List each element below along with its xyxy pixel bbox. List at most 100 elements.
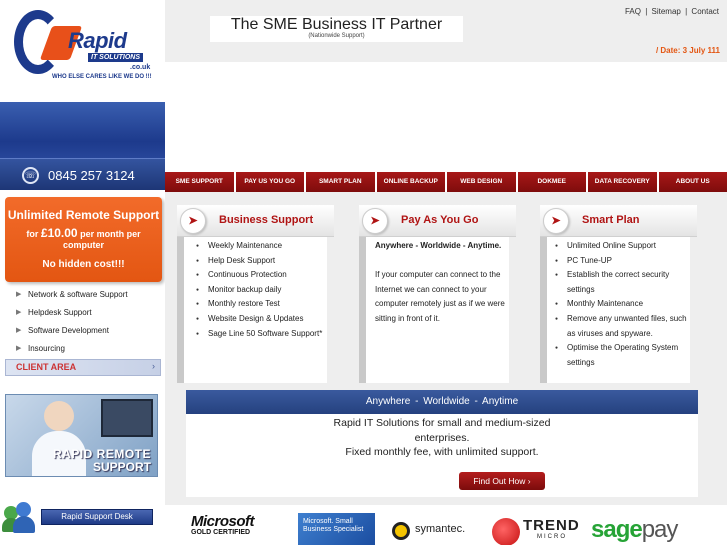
remote-support-banner[interactable]: RAPID REMOTE SUPPORT — [5, 394, 158, 477]
card-header[interactable]: ➤ Business Support — [177, 205, 334, 237]
nav-pay-as-you-go[interactable]: PAY US YOU GO — [235, 172, 304, 192]
partner-logos: Microsoft GOLD CERTIFIED Microsoft. Smal… — [165, 505, 727, 545]
nav-dokmee[interactable]: DOKMEE — [517, 172, 586, 192]
arrow-right-icon: ➤ — [543, 208, 569, 234]
side-menu-item-network[interactable]: ▶ Network & software Support — [8, 286, 158, 304]
sagepay-logo[interactable]: sagepay — [591, 516, 679, 544]
arrow-right-icon: ➤ — [362, 208, 388, 234]
remote-banner-line2: SUPPORT — [92, 460, 151, 474]
find-out-how-button[interactable]: Find Out How › — [459, 472, 545, 490]
slogan-line1: Rapid IT Solutions for small and medium-… — [333, 417, 551, 429]
phone-number: 0845 257 3124 — [48, 168, 135, 183]
slogan-line3: Fixed monthly fee, with unlimited suppor… — [345, 446, 539, 458]
support-agent-icon — [44, 401, 74, 431]
unlimited-support-promo[interactable]: Unlimited Remote Support for £10.00 per … — [5, 197, 162, 282]
side-menu-label: Software Development — [28, 326, 109, 335]
smart-plan-card: ➤ Smart Plan Unlimited Online Support PC… — [540, 205, 697, 383]
list-item: Unlimited Online Support — [555, 239, 697, 254]
left-column: Rapid IT SOLUTIONS .co.uk WHO ELSE CARES… — [0, 0, 165, 545]
card-lead: Anywhere - Worldwide - Anytime. — [375, 241, 502, 250]
side-menu-item-insourcing[interactable]: ▶ Insourcing — [8, 340, 158, 358]
list-item: Website Design & Updates — [196, 312, 322, 327]
card-body: Anywhere - Worldwide - Anytime. If your … — [375, 239, 513, 327]
separator: | — [645, 7, 648, 16]
monitor-icon — [101, 399, 153, 437]
bullet-arrow-icon: ▶ — [16, 345, 22, 352]
side-menu: ▶ Network & software Support ▶ Helpdesk Su… — [8, 286, 158, 358]
trend-micro-logo[interactable]: TREND — [523, 517, 580, 534]
arrow-right-icon: ➤ — [180, 208, 206, 234]
pay-as-you-go-card: ➤ Pay As You Go Anywhere - Worldwide - A… — [359, 205, 516, 383]
nav-sme-support[interactable]: SME SUPPORT — [165, 172, 234, 192]
list-item: Remove any unwanted files, such as virus… — [555, 312, 697, 341]
card-header[interactable]: ➤ Pay As You Go — [359, 205, 516, 237]
side-menu-label: Insourcing — [28, 344, 65, 353]
list-item: Sage Line 50 Software Support* — [196, 327, 322, 342]
support-desk-button[interactable]: Rapid Support Desk — [41, 509, 153, 525]
side-menu-item-software[interactable]: ▶ Software Development — [8, 322, 158, 340]
phone-icon: ☏ — [22, 167, 39, 184]
nav-smart-plan[interactable]: SMART PLAN — [306, 172, 375, 192]
promo-note: No hidden cost!!! — [42, 259, 125, 270]
card-title: Business Support — [219, 214, 314, 226]
bullet-arrow-icon: ▶ — [16, 291, 22, 298]
logo-name: Rapid — [68, 28, 127, 53]
promo-price: £10.00 — [40, 226, 78, 240]
users-icon — [2, 500, 36, 534]
card-description: If your computer can connect to the Inte… — [375, 270, 505, 323]
phone-row: ☏ 0845 257 3124 — [0, 158, 165, 190]
remote-banner-line1: RAPID REMOTE — [52, 447, 151, 461]
chevron-right-icon: › — [152, 361, 155, 371]
promo-price-line: for £10.00 per month per computer — [5, 226, 162, 250]
nav-about-us[interactable]: ABOUT US — [658, 172, 727, 192]
list-item: Establish the correct security settings — [555, 268, 697, 297]
sage-text: sage — [591, 516, 643, 543]
symantec-logo[interactable]: symantec. — [415, 523, 465, 535]
client-area-label: CLIENT AREA — [16, 362, 77, 372]
promo-title: Unlimited Remote Support — [7, 208, 160, 222]
pay-text: pay — [641, 516, 679, 543]
trend-micro-sub: MICRO — [537, 534, 567, 540]
logo-subtitle: IT SOLUTIONS — [88, 53, 143, 62]
nav-online-backup[interactable]: ONLINE BACKUP — [376, 172, 445, 192]
hero-banner — [165, 62, 727, 172]
card-list: Unlimited Online Support PC Tune-UP Esta… — [555, 239, 697, 370]
list-item: Help Desk Support — [196, 254, 322, 269]
separator: | — [685, 7, 688, 16]
page-title: The SME Business IT Partner — [230, 16, 443, 33]
side-menu-label: Helpdesk Support — [28, 308, 92, 317]
faq-link[interactable]: FAQ — [624, 7, 642, 16]
symantec-check-icon — [392, 522, 410, 540]
slogan-bar: Anywhere - Worldwide - Anytime — [186, 390, 698, 414]
contact-link[interactable]: Contact — [690, 7, 720, 16]
list-item: Monitor backup daily — [196, 283, 322, 298]
top-links: FAQ | Sitemap | Contact — [624, 7, 720, 16]
small-business-specialist-logo[interactable]: Microsoft. Small Business Specialist — [298, 513, 375, 545]
card-title: Pay As You Go — [401, 214, 479, 226]
bullet-arrow-icon: ▶ — [16, 327, 22, 334]
site-logo[interactable]: Rapid IT SOLUTIONS .co.uk WHO ELSE CARES… — [0, 0, 165, 90]
promo-price-prefix: for — [26, 229, 39, 239]
sitemap-link[interactable]: Sitemap — [651, 7, 682, 16]
side-menu-item-helpdesk[interactable]: ▶ Helpdesk Support — [8, 304, 158, 322]
list-item: PC Tune-UP — [555, 254, 697, 269]
main-nav: SME SUPPORT PAY US YOU GO SMART PLAN ONL… — [165, 172, 727, 192]
side-menu-label: Network & software Support — [28, 290, 128, 299]
list-item: Optimise the Operating System settings — [555, 341, 697, 370]
logo-domain: .co.uk — [130, 64, 151, 71]
trend-micro-ball-icon — [492, 518, 520, 545]
slogan-panel: Rapid IT Solutions for small and medium-… — [186, 414, 698, 497]
list-item: Monthly Maintenance — [555, 297, 697, 312]
card-list: Weekly Maintenance Help Desk Support Con… — [196, 239, 322, 341]
date-display: / Date: 3 July 111 — [655, 46, 720, 55]
client-area-link[interactable]: CLIENT AREA › — [5, 359, 161, 376]
slogan-line2: enterprises. — [414, 431, 470, 444]
card-header[interactable]: ➤ Smart Plan — [540, 205, 697, 237]
microsoft-logo[interactable]: Microsoft — [191, 513, 255, 530]
list-item: Continuous Protection — [196, 268, 322, 283]
list-item: Weekly Maintenance — [196, 239, 322, 254]
business-support-card: ➤ Business Support Weekly Maintenance He… — [177, 205, 334, 383]
nav-web-design[interactable]: WEB DESIGN — [447, 172, 516, 192]
microsoft-cert-label: GOLD CERTIFIED — [191, 529, 251, 536]
nav-data-recovery[interactable]: DATA RECOVERY — [588, 172, 657, 192]
